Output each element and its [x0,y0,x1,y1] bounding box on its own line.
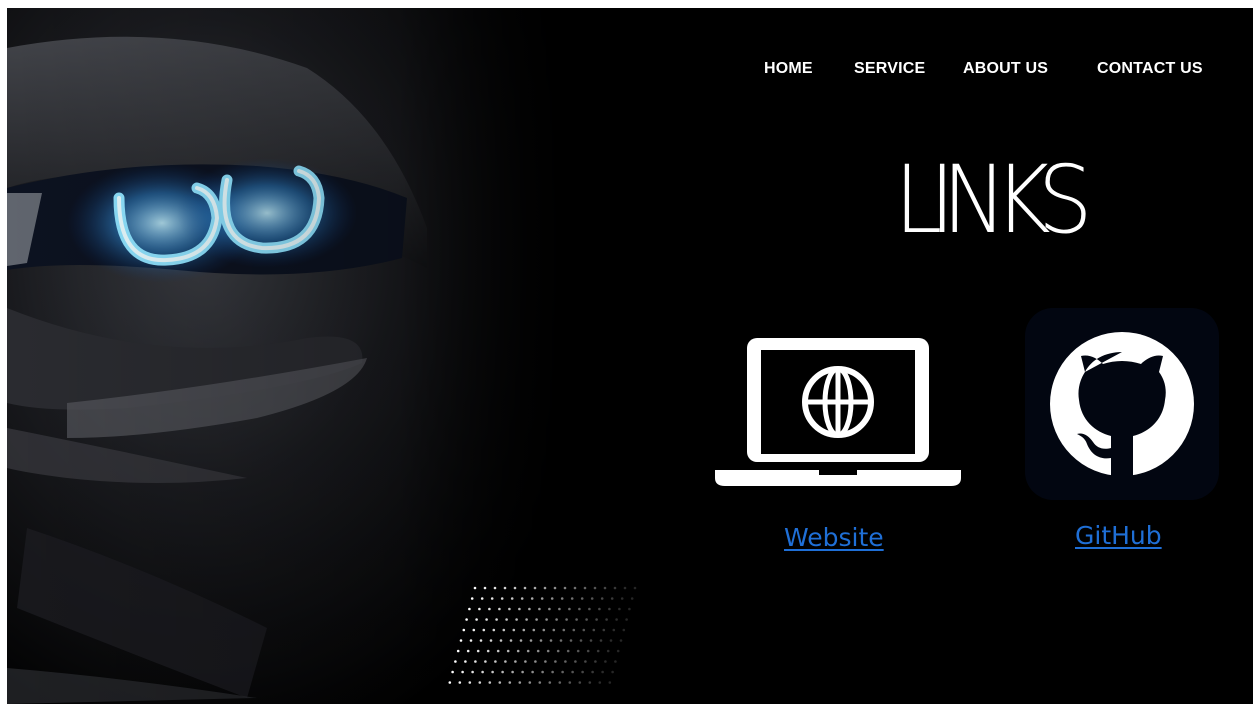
nav-service[interactable]: SERVICE [854,60,925,78]
nav-contact-us[interactable]: CONTACT US [1097,60,1203,78]
dot-pattern [447,582,637,692]
nav-about-us[interactable]: ABOUT US [963,60,1048,78]
top-nav: HOME SERVICE ABOUT US CONTACT US [7,60,1253,80]
github-link[interactable]: GitHub [1075,521,1162,550]
page-title: LINKS [894,146,1092,255]
laptop-globe-icon[interactable] [715,336,961,488]
nav-home[interactable]: HOME [764,60,813,78]
website-link[interactable]: Website [784,523,884,552]
github-icon[interactable] [1025,308,1219,500]
slide: HOME SERVICE ABOUT US CONTACT US LINKS W… [7,8,1253,704]
